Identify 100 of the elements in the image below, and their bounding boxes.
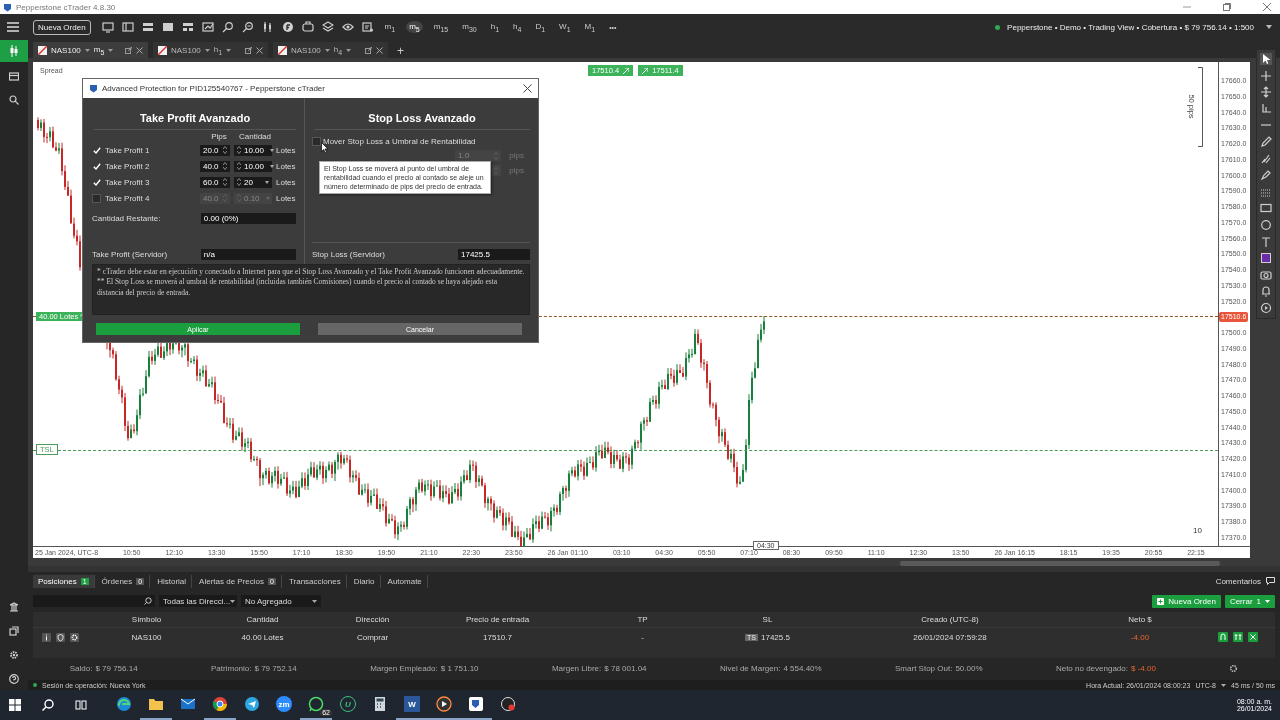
template-icon[interactable] — [361, 21, 374, 33]
indicator-icon[interactable] — [281, 21, 294, 33]
checkbox-label: Take Profit 3 — [105, 177, 151, 187]
column-header[interactable]: Neto $ — [1080, 615, 1200, 624]
new-tab-button[interactable]: + — [393, 44, 408, 58]
move-icon[interactable] — [1260, 86, 1272, 99]
settings-icon[interactable] — [9, 650, 19, 660]
column-header[interactable]: Creado (UTC-8) — [820, 615, 1080, 624]
zoom-out-icon[interactable] — [241, 21, 254, 33]
crosshair-icon[interactable] — [1260, 69, 1272, 82]
building-icon[interactable] — [9, 602, 19, 612]
help-icon[interactable] — [9, 674, 19, 684]
chart-mode-button[interactable] — [0, 40, 28, 62]
wallet-icon[interactable] — [9, 72, 19, 81]
square-icon[interactable] — [161, 21, 174, 33]
amount-field[interactable]: 10.00 — [234, 160, 272, 172]
taskbar-app[interactable]: W — [396, 690, 428, 720]
column-header[interactable]: Símbolo — [88, 615, 205, 624]
double-up-icon[interactable] — [1232, 632, 1243, 642]
grid-icon[interactable] — [181, 21, 194, 33]
column-header[interactable]: Cantidad — [205, 615, 320, 624]
replay-icon[interactable] — [1260, 301, 1272, 314]
column-header[interactable]: SL — [715, 615, 820, 624]
timeframe-button[interactable]: W$_{1}$ — [556, 20, 574, 34]
ruler-icon[interactable] — [1260, 102, 1272, 115]
close-icon[interactable] — [523, 84, 532, 93]
column-header[interactable]: Dirección — [320, 615, 425, 624]
chart-tab[interactable]: NAS100 h$_{4}$ — [273, 42, 388, 58]
comments-label[interactable]: Comentarios — [1215, 576, 1261, 586]
screen-icon[interactable] — [301, 21, 314, 33]
pips-field[interactable]: 40.0 — [200, 160, 230, 172]
timeframe-button[interactable]: m$_{1}$ — [381, 20, 399, 34]
copy-icon[interactable] — [9, 626, 19, 636]
unit-label: Lotes — [276, 193, 296, 203]
shield-icon[interactable] — [56, 632, 65, 642]
brush-icon[interactable] — [1260, 152, 1272, 165]
timeframe-button[interactable]: M$_{1}$ — [581, 20, 599, 34]
detach-icon[interactable] — [245, 46, 252, 54]
new-order-button[interactable]: Nueva Orden — [33, 19, 91, 35]
pips-field[interactable]: 60.0 — [200, 176, 230, 188]
new-order-button[interactable]: Nueva Orden — [1152, 594, 1221, 608]
marker-icon[interactable] — [1260, 169, 1272, 182]
checkbox[interactable] — [92, 193, 101, 203]
column-header[interactable]: TP — [570, 615, 715, 624]
settings-icon[interactable] — [70, 632, 79, 642]
rectangle-icon[interactable] — [1260, 202, 1272, 215]
search-field[interactable] — [33, 595, 155, 607]
pencil-icon[interactable] — [1260, 135, 1272, 148]
bell-icon[interactable] — [1260, 285, 1272, 298]
chart-edit-icon[interactable] — [201, 21, 214, 33]
cursor-icon[interactable] — [1260, 53, 1272, 65]
candles-icon[interactable] — [261, 21, 274, 33]
monitor-icon[interactable] — [101, 21, 114, 33]
start-icon[interactable] — [9, 699, 21, 711]
panel-tab[interactable]: Transacciones — [283, 574, 347, 588]
zoom-in-icon[interactable] — [221, 21, 234, 33]
amount-field[interactable]: 20 — [234, 176, 272, 188]
search-icon[interactable] — [9, 95, 19, 105]
pips-field[interactable]: 20.0 — [200, 144, 230, 156]
close-all-button[interactable]: Cerrar 1 — [1224, 594, 1275, 608]
panel-tab[interactable]: Diario — [348, 574, 381, 588]
restore-icon[interactable] — [1222, 2, 1232, 12]
circle-icon[interactable] — [1260, 218, 1272, 231]
close-icon[interactable] — [256, 46, 263, 54]
checkbox[interactable] — [312, 136, 321, 146]
task-view-icon[interactable] — [75, 699, 87, 711]
rows-icon[interactable] — [141, 21, 154, 33]
timeframe-button[interactable]: m$_{5}$ — [406, 20, 423, 34]
text-icon[interactable] — [1260, 235, 1272, 248]
timeframe-button[interactable]: m$_{30}$ — [459, 20, 480, 34]
reverse-icon[interactable] — [1217, 632, 1228, 642]
close-icon[interactable] — [1247, 632, 1258, 642]
timeframe-button[interactable]: h$_{1}$ — [487, 20, 503, 34]
close-icon[interactable] — [376, 46, 383, 54]
timeframe-button[interactable]: m$_{15}$ — [430, 20, 452, 34]
comment-icon[interactable] — [1266, 577, 1275, 585]
amount-field[interactable]: 10.00 — [234, 144, 272, 156]
panel-tab[interactable]: Historial — [152, 574, 193, 588]
caret-icon[interactable] — [1266, 25, 1272, 29]
window-icon[interactable] — [121, 21, 134, 33]
camera-icon[interactable] — [1260, 268, 1272, 281]
eye-icon[interactable] — [341, 21, 354, 33]
chart-tab[interactable]: NAS100 m$_{5}$ — [33, 42, 148, 58]
search-icon[interactable] — [42, 699, 54, 711]
column-header[interactable]: Precio de entrada — [425, 615, 570, 624]
chart-tab[interactable]: NAS100 h$_{1}$ — [153, 42, 268, 58]
timeframe-button[interactable]: D$_{1}$ — [532, 20, 549, 34]
detach-icon[interactable] — [365, 46, 372, 54]
info-icon[interactable] — [42, 632, 51, 642]
detach-icon[interactable] — [125, 46, 132, 54]
scrollbar-thumb[interactable] — [900, 561, 1220, 566]
swatch-icon[interactable] — [1260, 252, 1272, 265]
panel-tab[interactable]: Automate — [382, 574, 428, 588]
layers-icon[interactable] — [321, 21, 334, 33]
settings-icon[interactable] — [1229, 663, 1239, 673]
filter-dropdown[interactable]: Todas las Direcci... — [159, 595, 237, 607]
timeframe-button[interactable]: h$_{4}$ — [510, 20, 525, 34]
menu-icon[interactable] — [7, 22, 19, 32]
taskbar-app[interactable]: U — [332, 690, 364, 720]
filter-dropdown[interactable]: No Agregado — [241, 595, 321, 607]
